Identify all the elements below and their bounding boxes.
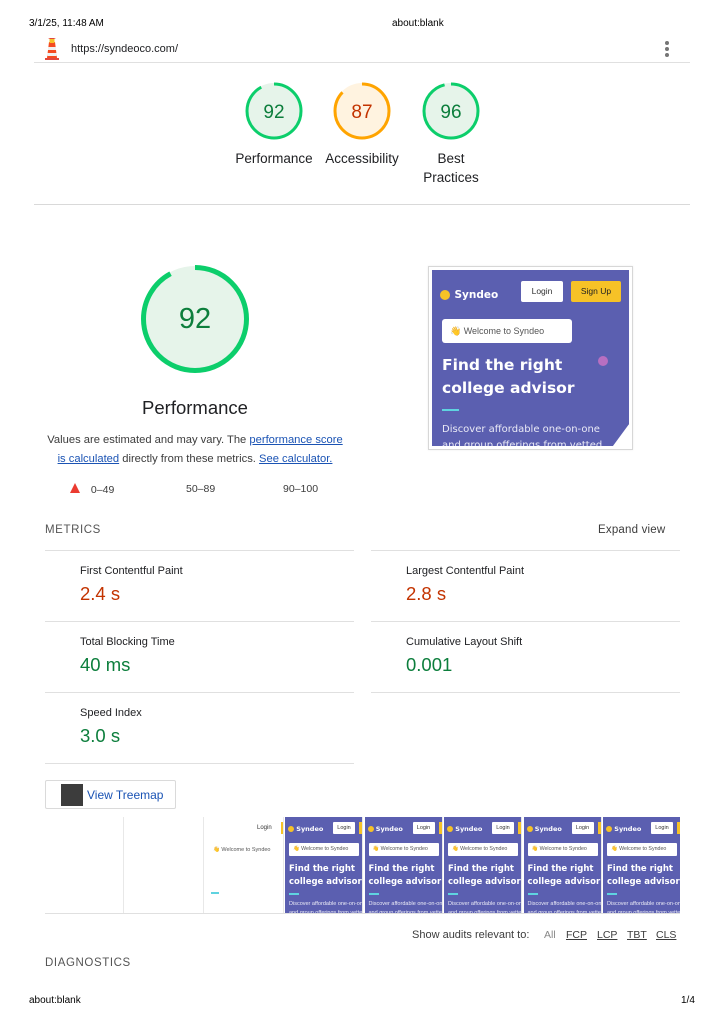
print-footer-url: about:blank: [29, 995, 81, 1006]
gauge-best-practices[interactable]: 96 Best Practices: [401, 81, 501, 187]
site-login-button: Login: [521, 281, 563, 302]
filter-label: Show audits relevant to:: [412, 929, 530, 941]
gauge-performance[interactable]: 92 Performance: [224, 81, 324, 168]
filter-all[interactable]: All: [544, 929, 556, 941]
brand-name: Syndeo: [454, 288, 499, 301]
legend-pass: 90–100: [283, 483, 318, 495]
filter-lcp[interactable]: LCP: [597, 929, 617, 941]
metric-si: Speed Index 3.0 s: [45, 692, 354, 763]
section-divider: [34, 204, 690, 205]
metric-value: 2.4 s: [80, 583, 121, 604]
print-page-number: 1/4: [681, 995, 695, 1006]
gauge-score: 87: [351, 102, 372, 123]
frame-pill-text: 👋 Welcome to Syndeo: [213, 847, 271, 853]
performance-description: Values are estimated and may vary. The p…: [45, 431, 345, 469]
metric-value: 2.8 s: [406, 583, 447, 604]
filmstrip-frame: Syndeo Login 👋 Welcome to Syndeo Find the r…: [603, 817, 680, 913]
frame-decor-line: [211, 892, 219, 894]
metric-label: Total Blocking Time: [80, 636, 175, 648]
brand-dot-icon: [440, 289, 450, 300]
metric-lcp: Largest Contentful Paint 2.8 s: [371, 550, 680, 621]
report-topbar: https://syndeoco.com/: [34, 34, 690, 63]
lighthouse-logo-icon: [45, 38, 59, 60]
gauge-best-practices-ring: 96: [422, 82, 480, 140]
filmstrip-frame: [45, 817, 124, 913]
metric-divider: [371, 692, 680, 693]
filmstrip-full-frames: Syndeo Login 👋 Welcome to Syndeo Find the r…: [285, 817, 680, 913]
metric-fcp: First Contentful Paint 2.4 s: [45, 550, 354, 621]
filmstrip-frame: [125, 817, 204, 913]
print-datetime: 3/1/25, 11:48 AM: [29, 18, 104, 29]
desc-text: Values are estimated and may vary. The: [47, 434, 250, 446]
headline-line: college advisor: [442, 379, 575, 397]
frame-login-text: Login: [257, 825, 272, 831]
view-treemap-button[interactable]: View Treemap: [45, 780, 176, 809]
performance-gauge-large: 92: [141, 265, 249, 373]
site-brand: Syndeo: [440, 286, 510, 301]
frame-signup-edge: [281, 822, 283, 834]
filmstrip-frame: Syndeo Login 👋 Welcome to Syndeo Find the r…: [285, 817, 363, 913]
metric-value: 40 ms: [80, 654, 131, 675]
more-options-icon[interactable]: [664, 41, 670, 57]
print-title: about:blank: [392, 18, 444, 29]
metric-label: First Contentful Paint: [80, 565, 183, 577]
legend-average-label: 50–89: [186, 483, 216, 495]
fail-triangle-icon: [70, 483, 80, 493]
filmstrip-frame: Login 👋 Welcome to Syndeo: [205, 817, 284, 913]
desc-line: and group offerings from vetted: [442, 440, 603, 446]
gauge-score: 92: [263, 102, 284, 123]
filter-tbt[interactable]: TBT: [627, 929, 647, 941]
metric-value: 0.001: [406, 654, 453, 675]
filter-fcp[interactable]: FCP: [566, 929, 587, 941]
decor-line: [442, 409, 459, 411]
filmstrip-frame: Syndeo Login 👋 Welcome to Syndeo Find the r…: [523, 817, 602, 913]
metric-value: 3.0 s: [80, 725, 121, 746]
gauge-label: Accessibility: [325, 151, 399, 166]
legend-fail: 0–49: [70, 483, 114, 496]
site-headline: Find the right college advisor: [442, 354, 574, 400]
legend-average: 50–89: [186, 483, 215, 495]
site-preview: Syndeo Login Sign Up 👋 Welcome to Syndeo…: [432, 270, 629, 446]
performance-title: Performance: [142, 397, 248, 418]
filmstrip-frame: Syndeo Login 👋 Welcome to Syndeo Find the r…: [444, 817, 522, 913]
metric-label: Speed Index: [80, 707, 142, 719]
legend-fail-label: 0–49: [90, 484, 115, 496]
treemap-icon: [61, 784, 83, 806]
filter-cls[interactable]: CLS: [656, 929, 676, 941]
expand-view-toggle[interactable]: Expand view: [598, 524, 665, 536]
gauge-label: Best Practices: [423, 151, 479, 185]
final-screenshot[interactable]: Syndeo Login Sign Up 👋 Welcome to Syndeo…: [428, 266, 633, 450]
see-calculator-link[interactable]: See calculator.: [259, 453, 332, 465]
desc-line: Discover affordable one-on-one: [442, 424, 600, 435]
gauge-accessibility-ring: 87: [333, 82, 391, 140]
gauge-performance-ring: 92: [245, 82, 303, 140]
metric-label: Cumulative Layout Shift: [406, 636, 523, 648]
diagnostics-heading: DIAGNOSTICS: [45, 957, 131, 969]
decor-dot: [598, 356, 608, 366]
filmstrip-frame: Syndeo Login 👋 Welcome to Syndeo Find the r…: [364, 817, 443, 913]
gauge-accessibility[interactable]: 87 Accessibility: [312, 81, 412, 168]
gauge-label: Performance: [235, 151, 313, 166]
metrics-heading: METRICS: [45, 524, 101, 536]
desc-text: directly from these metrics.: [119, 453, 260, 465]
metric-tbt: Total Blocking Time 40 ms: [45, 621, 354, 692]
legend-pass-label: 90–100: [283, 483, 319, 495]
report-url[interactable]: https://syndeoco.com/: [71, 43, 178, 55]
treemap-label: View Treemap: [87, 788, 164, 802]
preview-corner: [610, 420, 629, 446]
gauge-score: 96: [440, 102, 461, 123]
metric-label: Largest Contentful Paint: [406, 565, 525, 577]
performance-score: 92: [179, 303, 211, 335]
headline-line: Find the right: [442, 356, 563, 374]
site-description: Discover affordable one-on-one and group…: [442, 422, 602, 446]
metric-cls: Cumulative Layout Shift 0.001: [371, 621, 680, 692]
site-signup-button: Sign Up: [571, 281, 621, 302]
metric-divider: [45, 763, 354, 764]
site-welcome-pill: 👋 Welcome to Syndeo: [442, 319, 572, 343]
